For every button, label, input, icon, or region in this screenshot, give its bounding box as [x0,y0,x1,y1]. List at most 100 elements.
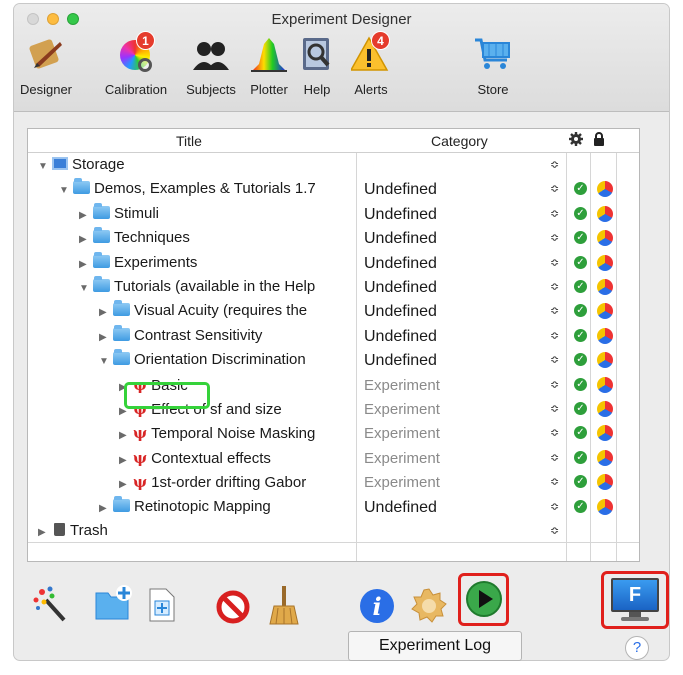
outline-row-orientation[interactable]: ▼ Orientation Discrimination Undefined ≎ … [28,348,639,372]
disclosure-open-icon[interactable]: ▼ [38,161,52,172]
category-stepper-icon[interactable]: ≎ [550,207,559,220]
outline-row-temporal-noise[interactable]: ▶ ψ Temporal Noise Masking Experiment ≎ ✓ [28,421,639,445]
outline-row-stimuli[interactable]: ▶ Stimuli Undefined ≎ ✓ [28,202,639,226]
outline-row-techniques[interactable]: ▶ Techniques Undefined ≎ ✓ [28,226,639,250]
outline-row-drifting-gabor[interactable]: ▶ ψ 1st-order drifting Gabor Experiment ≎ … [28,470,639,494]
experiment-outline-view[interactable]: Title Category ▼ Storage ≎ ▼ Demos, Exampl… [27,128,640,562]
toolbar-alerts[interactable]: 4 Alerts [346,31,396,97]
toolbar-store[interactable]: Store [466,34,520,97]
experiment-log-button[interactable]: Experiment Log [348,631,522,661]
toolbar-help-label: Help [303,82,331,97]
row-category[interactable]: Experiment [364,474,440,491]
outline-row-retinotopic[interactable]: ▶ Retinotopic Mapping Undefined ≎ ✓ [28,495,639,519]
disclosure-closed-icon[interactable]: ▶ [99,332,113,343]
category-stepper-icon[interactable]: ≎ [550,304,559,317]
calibration-badge: 1 [136,31,155,50]
lock-column-icon[interactable] [592,132,606,150]
disclosure-closed-icon[interactable]: ▶ [79,234,93,245]
row-category[interactable]: Undefined [364,181,437,199]
row-category[interactable]: Undefined [364,303,437,321]
disclosure-closed-icon[interactable]: ▶ [79,259,93,270]
run-play-icon[interactable] [465,580,503,623]
row-title: Contrast Sensitivity [134,326,263,344]
color-ball-icon [597,401,613,417]
disclosure-closed-icon[interactable]: ▶ [38,527,52,538]
new-folder-icon[interactable] [92,583,134,628]
color-ball-icon [597,425,613,442]
column-title-header[interactable]: Title [176,133,202,149]
new-item-icon[interactable] [148,587,176,628]
outline-row-basic[interactable]: ▶ ψ Basic Experiment ≎ ✓ [28,373,639,397]
toolbar-calibration-label: Calibration [104,82,168,97]
category-stepper-icon[interactable]: ≎ [550,353,559,366]
category-stepper-icon[interactable]: ≎ [550,426,559,439]
row-title: Retinotopic Mapping [134,497,271,515]
disclosure-open-icon[interactable]: ▼ [59,185,73,196]
outline-row-storage[interactable]: ▼ Storage ≎ [28,153,639,177]
help-question-button[interactable]: ? [625,636,649,660]
plotter-icon [249,34,289,74]
svg-text:i: i [372,592,381,621]
toolbar-designer-label: Designer [19,82,73,97]
toolbar-calibration[interactable]: 1 Calibration [96,31,176,97]
row-category[interactable]: Experiment [364,425,440,442]
fullscreen-monitor-icon[interactable]: F [611,578,659,622]
magic-wand-icon[interactable] [32,584,72,629]
outline-row-tutorials[interactable]: ▼ Tutorials (available in the Help Undefi… [28,275,639,299]
disclosure-closed-icon[interactable]: ▶ [119,430,133,441]
row-category[interactable]: Experiment [364,401,440,418]
row-category[interactable]: Undefined [364,206,437,224]
check-status-icon: ✓ [574,206,587,220]
category-stepper-icon[interactable]: ≎ [550,475,559,488]
category-stepper-icon[interactable]: ≎ [550,378,559,391]
row-category[interactable]: Undefined [364,255,437,273]
row-category[interactable]: Undefined [364,279,437,297]
disclosure-closed-icon[interactable]: ▶ [119,479,133,490]
row-category[interactable]: Undefined [364,328,437,346]
row-category[interactable]: Undefined [364,352,437,370]
toolbar-subjects[interactable]: Subjects [178,34,244,97]
disclosure-closed-icon[interactable]: ▶ [119,455,133,466]
row-category[interactable]: Undefined [364,230,437,248]
row-category[interactable]: Experiment [364,377,440,394]
color-ball-icon [597,230,613,247]
check-status-icon: ✓ [574,328,587,342]
row-category[interactable]: Experiment [364,450,440,467]
folder-icon [93,202,110,219]
category-stepper-icon[interactable]: ≎ [550,402,559,415]
category-stepper-icon[interactable]: ≎ [550,256,559,269]
disclosure-closed-icon[interactable]: ▶ [79,210,93,221]
column-category-header[interactable]: Category [431,133,488,149]
category-stepper-icon[interactable]: ≎ [550,158,559,171]
settings-badge-icon[interactable] [410,587,448,630]
row-category[interactable]: Undefined [364,499,437,517]
category-stepper-icon[interactable]: ≎ [550,280,559,293]
gear-column-icon[interactable] [569,132,583,149]
category-stepper-icon[interactable]: ≎ [550,451,559,464]
category-stepper-icon[interactable]: ≎ [550,329,559,342]
delete-prohibited-icon[interactable] [216,590,250,629]
check-status-icon: ✓ [574,255,587,269]
designer-icon [26,34,66,74]
outline-row-visual-acuity[interactable]: ▶ Visual Acuity (requires the Undefined ≎… [28,299,639,323]
outline-row-experiments[interactable]: ▶ Experiments Undefined ≎ ✓ [28,251,639,275]
toolbar-help[interactable]: Help [294,34,340,97]
category-stepper-icon[interactable]: ≎ [550,182,559,195]
disclosure-closed-icon[interactable]: ▶ [99,503,113,514]
outline-row-trash[interactable]: ▶ Trash ≎ [28,519,639,543]
broom-clean-icon[interactable] [268,584,300,631]
info-icon[interactable]: i [358,587,396,630]
category-stepper-icon[interactable]: ≎ [550,500,559,513]
disclosure-open-icon[interactable]: ▼ [79,283,93,294]
disclosure-open-icon[interactable]: ▼ [99,356,113,367]
toolbar-designer[interactable]: Designer [14,34,82,97]
outline-row-effect-sf[interactable]: ▶ ψ Effect of sf and size Experiment ≎ ✓ [28,397,639,421]
outline-row-contrast[interactable]: ▶ Contrast Sensitivity Undefined ≎ ✓ [28,324,639,348]
disclosure-closed-icon[interactable]: ▶ [99,307,113,318]
toolbar-plotter[interactable]: Plotter [242,34,296,97]
psi-experiment-icon: ψ [133,448,148,467]
category-stepper-icon[interactable]: ≎ [550,231,559,244]
outline-row-demos[interactable]: ▼ Demos, Examples & Tutorials 1.7 Undefin… [28,177,639,201]
outline-row-contextual[interactable]: ▶ ψ Contextual effects Experiment ≎ ✓ [28,446,639,470]
category-stepper-icon[interactable]: ≎ [550,524,559,537]
